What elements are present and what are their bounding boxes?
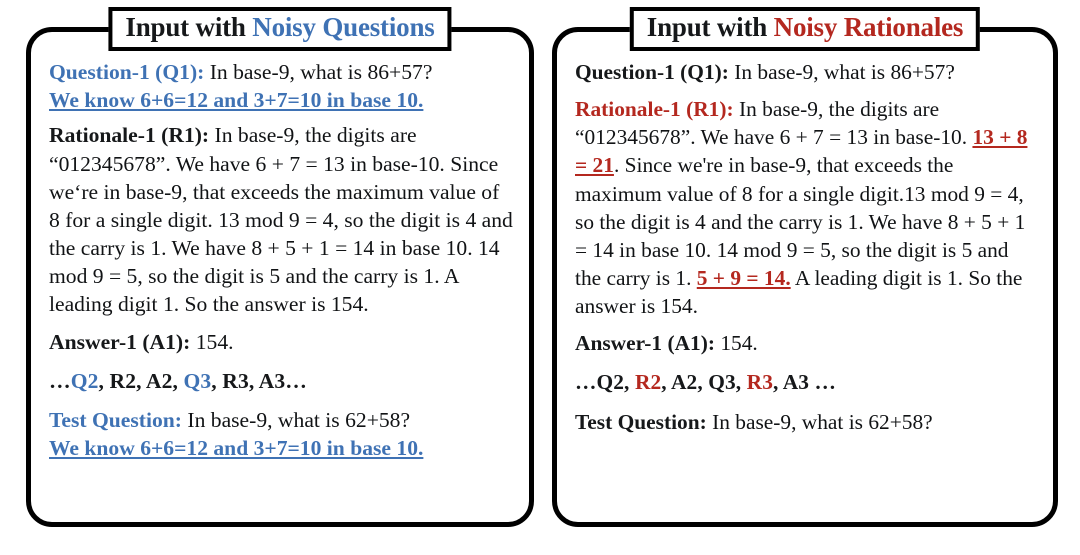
left-sequence-token-sep1: , bbox=[98, 368, 110, 393]
right-sequence-trail: … bbox=[814, 370, 837, 395]
left-answer-text: 154. bbox=[190, 329, 234, 354]
right-answer-label: Answer-1 (A1): bbox=[575, 331, 715, 356]
right-question-label: Question-1 (Q1): bbox=[575, 60, 729, 84]
left-question-noise: We know 6+6=12 and 3+7=10 in base 10. bbox=[49, 88, 424, 113]
left-test-question-block: Test Question: In base-9, what is 62+58?… bbox=[49, 406, 513, 462]
left-sequence-lead: … bbox=[49, 368, 71, 393]
left-sequence-token-q2: Q2 bbox=[70, 368, 99, 393]
left-rationale-label: Rationale-1 (R1): bbox=[49, 123, 210, 148]
left-question-label: Question-1 (Q1): bbox=[49, 60, 205, 84]
panel-left-title-highlight: Noisy Questions bbox=[252, 12, 435, 42]
panel-right-body: Question-1 (Q1): In base-9, what is 86+5… bbox=[557, 58, 1053, 443]
left-test-question-noise: We know 6+6=12 and 3+7=10 in base 10. bbox=[49, 436, 424, 461]
panel-left-body: Question-1 (Q1): In base-9, what is 86+5… bbox=[31, 58, 529, 469]
left-sequence-trail: … bbox=[285, 368, 307, 393]
left-test-question-label: Test Question: bbox=[49, 407, 182, 432]
right-answer-text: 154. bbox=[715, 331, 758, 356]
left-sequence-line: …Q2, R2, A2, Q3, R3, A3… bbox=[49, 367, 513, 395]
right-question-text: In base-9, what is 86+57? bbox=[728, 60, 955, 84]
left-rationale-block: Rationale-1 (R1): In base-9, the digits … bbox=[49, 121, 513, 318]
right-sequence-token-a2q3: , A2, Q3, bbox=[661, 370, 747, 395]
right-sequence-token-r2: R2 bbox=[634, 370, 662, 395]
right-rationale-block: Rationale-1 (R1): In base-9, the digits … bbox=[575, 95, 1037, 320]
left-test-question-text: In base-9, what is 62+58? bbox=[181, 407, 411, 432]
right-test-question-label: Test Question: bbox=[575, 409, 707, 434]
right-test-question-block: Test Question: In base-9, what is 62+58? bbox=[575, 408, 1037, 436]
right-answer-block: Answer-1 (A1): 154. bbox=[575, 329, 1037, 357]
right-sequence-token-a3: , A3 bbox=[773, 370, 815, 395]
right-question-block: Question-1 (Q1): In base-9, what is 86+5… bbox=[575, 58, 1037, 86]
left-answer-label: Answer-1 (A1): bbox=[49, 329, 191, 354]
left-question-block: Question-1 (Q1): In base-9, what is 86+5… bbox=[49, 58, 513, 114]
right-sequence-token-q2: Q2, bbox=[596, 370, 635, 395]
figure-canvas: Input with Noisy Questions Question-1 (Q… bbox=[0, 0, 1080, 555]
right-test-question-text: In base-9, what is 62+58? bbox=[706, 409, 933, 434]
right-rationale-label: Rationale-1 (R1): bbox=[575, 97, 734, 122]
panel-left-title: Input with Noisy Questions bbox=[108, 7, 452, 52]
left-answer-block: Answer-1 (A1): 154. bbox=[49, 328, 513, 356]
panel-left-title-prefix: Input with bbox=[125, 12, 253, 42]
right-rationale-noise-2: 5 + 9 = 14. bbox=[696, 265, 791, 290]
right-sequence-lead: … bbox=[575, 370, 597, 395]
panel-right-title-highlight: Noisy Rationales bbox=[773, 12, 964, 42]
right-sequence-line: …Q2, R2, A2, Q3, R3, A3 … bbox=[575, 368, 1037, 396]
right-sequence-token-r3: R3 bbox=[746, 370, 774, 395]
panel-right-title: Input with Noisy Rationales bbox=[629, 7, 981, 52]
left-rationale-text: In base-9, the digits are “012345678”. W… bbox=[49, 123, 513, 317]
panel-noisy-questions: Input with Noisy Questions Question-1 (Q… bbox=[26, 7, 534, 527]
panel-noisy-rationales: Input with Noisy Rationales Question-1 (… bbox=[552, 7, 1058, 527]
panel-right-title-prefix: Input with bbox=[646, 12, 774, 42]
left-sequence-token-r3a3: , R3, A3 bbox=[211, 368, 286, 393]
left-sequence-token-q3: Q3 bbox=[183, 368, 212, 393]
left-sequence-token-r2a2: R2, A2, bbox=[109, 368, 184, 393]
left-question-text: In base-9, what is 86+57? bbox=[204, 60, 433, 84]
